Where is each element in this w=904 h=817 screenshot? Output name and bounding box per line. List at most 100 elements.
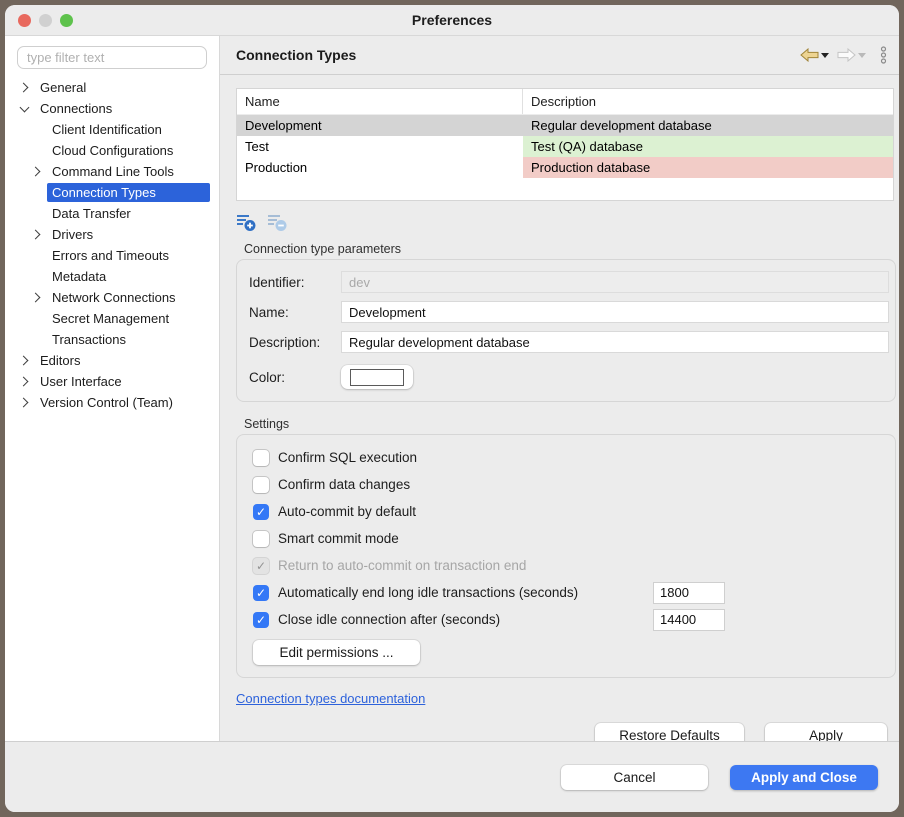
forward-button[interactable] bbox=[835, 46, 868, 64]
sidebar-item-label: Metadata bbox=[47, 267, 111, 286]
chevron-right-icon[interactable] bbox=[29, 224, 44, 245]
description-row: Description: bbox=[249, 331, 889, 353]
table-row[interactable]: TestTest (QA) database bbox=[237, 136, 893, 157]
sidebar-item-connections[interactable]: Connections bbox=[5, 98, 219, 119]
param-fields: Identifier: Name: Description: bbox=[249, 271, 889, 353]
chevron-placeholder bbox=[29, 329, 44, 350]
view-menu-button[interactable] bbox=[878, 44, 889, 66]
table-row[interactable]: ProductionProduction database bbox=[237, 157, 893, 178]
sidebar-item-label: Data Transfer bbox=[47, 204, 136, 223]
checkbox-return-to-auto-commit-on-transaction-end: Return to auto-commit on transaction end bbox=[253, 552, 879, 579]
sidebar-item-version-control-team[interactable]: Version Control (Team) bbox=[5, 392, 219, 413]
sidebar-item-label: Connection Types bbox=[47, 183, 210, 202]
sidebar-item-label: Editors bbox=[35, 351, 85, 370]
window-title: Preferences bbox=[5, 12, 899, 28]
sidebar-item-errors-and-timeouts[interactable]: Errors and Timeouts bbox=[5, 245, 219, 266]
kebab-menu-icon bbox=[880, 46, 887, 64]
chevron-placeholder bbox=[29, 203, 44, 224]
settings-group-label: Settings bbox=[236, 417, 895, 431]
checkbox-automatically-end-long-idle-transactions-seconds[interactable]: Automatically end long idle transactions… bbox=[253, 579, 879, 606]
chevron-placeholder bbox=[29, 182, 44, 203]
checkbox-label: Confirm SQL execution bbox=[278, 450, 653, 465]
preferences-tree: GeneralConnectionsClient IdentificationC… bbox=[5, 77, 219, 413]
sidebar-item-drivers[interactable]: Drivers bbox=[5, 224, 219, 245]
documentation-link[interactable]: Connection types documentation bbox=[236, 691, 425, 706]
chevron-placeholder bbox=[29, 245, 44, 266]
chevron-down-icon[interactable] bbox=[17, 98, 32, 119]
checkbox-unchecked-icon bbox=[253, 450, 269, 466]
sidebar-item-network-connections[interactable]: Network Connections bbox=[5, 287, 219, 308]
sidebar-item-secret-management[interactable]: Secret Management bbox=[5, 308, 219, 329]
color-picker-button[interactable] bbox=[341, 365, 413, 389]
content-header: Connection Types bbox=[220, 36, 899, 75]
name-row: Name: bbox=[249, 301, 889, 323]
checkbox-smart-commit-mode[interactable]: Smart commit mode bbox=[253, 525, 879, 552]
sidebar-item-label: General bbox=[35, 78, 91, 97]
sidebar-item-label: Transactions bbox=[47, 330, 131, 349]
checkbox-confirm-data-changes[interactable]: Confirm data changes bbox=[253, 471, 879, 498]
name-field[interactable] bbox=[341, 301, 889, 323]
table-header[interactable]: Name Description bbox=[237, 89, 893, 115]
cell-name: Development bbox=[237, 115, 523, 136]
checkbox-confirm-sql-execution[interactable]: Confirm SQL execution bbox=[253, 444, 879, 471]
dialog-button-bar: Cancel Apply and Close bbox=[5, 741, 899, 812]
description-field[interactable] bbox=[341, 331, 889, 353]
description-label: Description: bbox=[249, 335, 341, 350]
page-title: Connection Types bbox=[236, 47, 356, 63]
sidebar-item-client-identification[interactable]: Client Identification bbox=[5, 119, 219, 140]
checkbox-checked-icon bbox=[253, 504, 269, 520]
checkbox-checked-icon bbox=[253, 585, 269, 601]
cell-name: Production bbox=[237, 157, 523, 178]
sidebar-item-label: Secret Management bbox=[47, 309, 174, 328]
column-header-description[interactable]: Description bbox=[523, 94, 893, 109]
checkbox-close-idle-connection-after-seconds[interactable]: Close idle connection after (seconds) bbox=[253, 606, 879, 633]
sidebar-item-label: Errors and Timeouts bbox=[47, 246, 174, 265]
checkbox-unchecked-icon bbox=[253, 477, 269, 493]
sidebar-item-editors[interactable]: Editors bbox=[5, 350, 219, 371]
sidebar-item-data-transfer[interactable]: Data Transfer bbox=[5, 203, 219, 224]
checkbox-label: Automatically end long idle transactions… bbox=[278, 585, 653, 600]
chevron-right-icon[interactable] bbox=[29, 287, 44, 308]
color-swatch bbox=[350, 369, 404, 386]
checkbox-checked-icon bbox=[253, 558, 269, 574]
chevron-right-icon[interactable] bbox=[17, 371, 32, 392]
checkbox-label: Confirm data changes bbox=[278, 477, 653, 492]
sidebar-item-transactions[interactable]: Transactions bbox=[5, 329, 219, 350]
sidebar-item-cloud-configurations[interactable]: Cloud Configurations bbox=[5, 140, 219, 161]
checkbox-auto-commit-by-default[interactable]: Auto-commit by default bbox=[253, 498, 879, 525]
sidebar-item-general[interactable]: General bbox=[5, 77, 219, 98]
identifier-label: Identifier: bbox=[249, 275, 341, 290]
checkbox-label: Return to auto-commit on transaction end bbox=[278, 558, 653, 573]
table-toolbar bbox=[236, 210, 895, 234]
cell-description: Test (QA) database bbox=[523, 136, 893, 157]
edit-permissions-button[interactable]: Edit permissions ... bbox=[253, 640, 420, 665]
filter-input[interactable] bbox=[17, 46, 207, 69]
color-label: Color: bbox=[249, 370, 341, 385]
chevron-right-icon[interactable] bbox=[17, 77, 32, 98]
preferences-window: Preferences General ConnectionsClient Ide… bbox=[5, 5, 899, 812]
remove-icon bbox=[267, 213, 288, 232]
cancel-button[interactable]: Cancel bbox=[561, 765, 708, 790]
sidebar-item-label: Connections bbox=[35, 99, 117, 118]
idle-transactions-seconds-input[interactable] bbox=[653, 582, 725, 604]
checkbox-label: Close idle connection after (seconds) bbox=[278, 612, 653, 627]
apply-and-close-button[interactable]: Apply and Close bbox=[730, 765, 878, 790]
chevron-right-icon[interactable] bbox=[29, 161, 44, 182]
sidebar-item-user-interface[interactable]: User Interface bbox=[5, 371, 219, 392]
table-row[interactable]: DevelopmentRegular development database bbox=[237, 115, 893, 136]
content-pane: Connection Types bbox=[220, 36, 899, 741]
add-connection-type-button[interactable] bbox=[236, 213, 257, 232]
back-arrow-icon bbox=[800, 48, 819, 62]
main-area: GeneralConnectionsClient IdentificationC… bbox=[5, 36, 899, 741]
identifier-field bbox=[341, 271, 889, 293]
sidebar-item-metadata[interactable]: Metadata bbox=[5, 266, 219, 287]
sidebar-item-connection-types[interactable]: Connection Types bbox=[5, 182, 219, 203]
chevron-right-icon[interactable] bbox=[17, 392, 32, 413]
sidebar-item-command-line-tools[interactable]: Command Line Tools bbox=[5, 161, 219, 182]
delete-connection-type-button[interactable] bbox=[267, 213, 288, 232]
back-button[interactable] bbox=[798, 46, 831, 64]
close-idle-seconds-input[interactable] bbox=[653, 609, 725, 631]
chevron-right-icon[interactable] bbox=[17, 350, 32, 371]
column-header-name[interactable]: Name bbox=[237, 89, 523, 114]
back-dropdown-icon bbox=[821, 53, 829, 58]
